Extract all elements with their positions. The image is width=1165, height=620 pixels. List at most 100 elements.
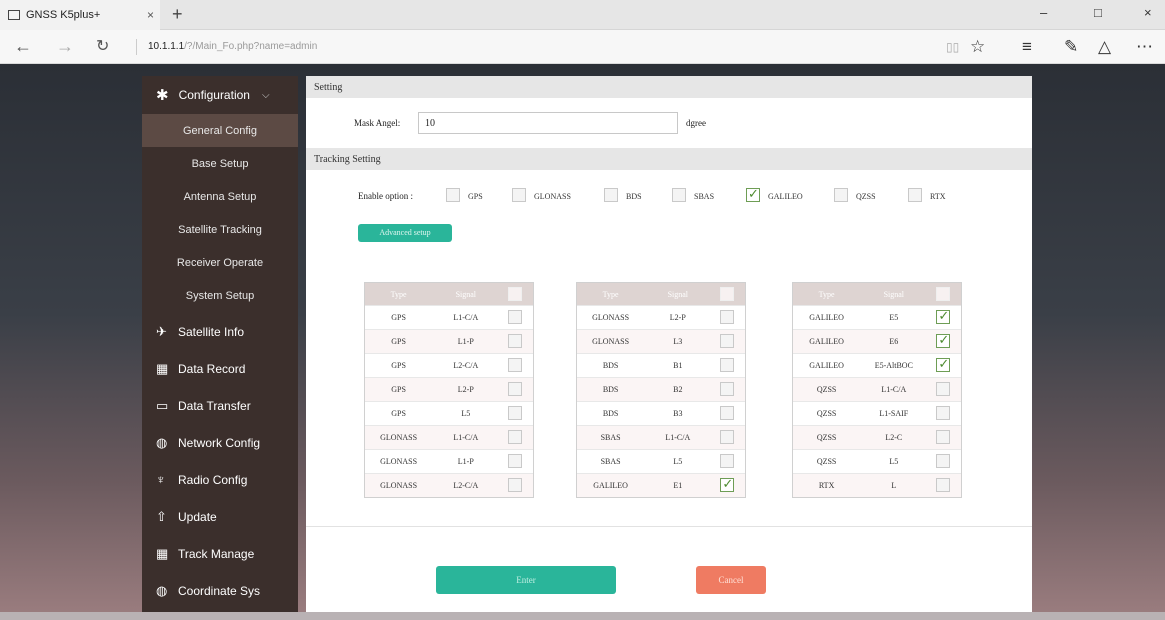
cell-type: QZSS xyxy=(816,457,837,466)
url-field[interactable]: 10.1.1.1/?/Main_Fo.php?name=admin xyxy=(148,41,317,52)
row-checkbox[interactable] xyxy=(508,382,523,396)
option-glonass-checkbox[interactable] xyxy=(512,188,526,202)
select-all-checkbox[interactable] xyxy=(508,287,523,301)
new-tab-icon[interactable]: + xyxy=(172,4,183,25)
row-checkbox[interactable] xyxy=(508,334,523,348)
option-bds-label: BDS xyxy=(626,192,642,201)
row-checkbox[interactable] xyxy=(720,310,735,324)
cell-signal: L2-P xyxy=(457,385,474,394)
cancel-button[interactable]: Cancel xyxy=(696,566,766,594)
sidebar-item-base-setup[interactable]: Base Setup xyxy=(142,147,298,180)
sidebar-item-general-config[interactable]: General Config xyxy=(142,114,298,147)
table-row: GLONASS L3 xyxy=(577,329,745,353)
row-checkbox[interactable] xyxy=(508,310,523,324)
sidebar-item-satellite-info[interactable]: ✈ Satellite Info xyxy=(142,313,298,350)
row-checkbox[interactable] xyxy=(936,356,951,372)
sidebar-item-data-record[interactable]: ▦ Data Record xyxy=(142,350,298,387)
reading-view-icon[interactable]: ▯▯ xyxy=(946,40,959,54)
minimize-icon[interactable]: – xyxy=(1040,5,1047,20)
sidebar-item-label: Data Record xyxy=(178,361,246,376)
tracking-section-title: Tracking Setting xyxy=(306,148,1032,170)
page-icon xyxy=(8,10,20,20)
hub-icon[interactable]: ≡ xyxy=(1022,37,1032,57)
option-rtx-checkbox[interactable] xyxy=(908,188,922,202)
row-checkbox[interactable] xyxy=(936,454,951,468)
sidebar-item-receiver-operate[interactable]: Receiver Operate xyxy=(142,246,298,279)
row-checkbox[interactable] xyxy=(936,478,951,492)
cell-signal: L1-C/A xyxy=(453,433,479,442)
cell-type: GPS xyxy=(391,409,406,418)
sidebar-item-radio-config[interactable]: ♆ Radio Config xyxy=(142,461,298,498)
favorite-star-icon[interactable]: ☆ xyxy=(970,37,985,57)
sidebar-item-coordinate-sys[interactable]: ◍ Coordinate Sys xyxy=(142,572,298,609)
close-tab-icon[interactable]: × xyxy=(147,8,154,22)
option-gps-checkbox[interactable] xyxy=(446,188,460,202)
share-icon[interactable]: △ xyxy=(1098,37,1111,57)
refresh-icon[interactable]: ↻ xyxy=(96,36,109,56)
cell-signal: L5 xyxy=(461,409,471,418)
option-galileo-label: GALILEO xyxy=(768,192,803,201)
row-checkbox[interactable] xyxy=(720,406,735,420)
cell-type: QZSS xyxy=(816,409,837,418)
table-row: GPS L1-C/A xyxy=(365,305,533,329)
mask-angle-unit: dgree xyxy=(686,118,706,128)
cell-type: SBAS xyxy=(600,457,621,466)
row-checkbox[interactable] xyxy=(508,430,523,444)
row-checkbox[interactable] xyxy=(720,334,735,348)
globe-icon: ◍ xyxy=(156,434,168,450)
option-qzss-checkbox[interactable] xyxy=(834,188,848,202)
signal-table-1: Type Signal GPS L1-C/A GPS L1-P GPS L2-C/A … xyxy=(364,282,534,498)
row-checkbox[interactable] xyxy=(508,454,523,468)
sidebar-item-system-setup[interactable]: System Setup xyxy=(142,279,298,312)
browser-tab[interactable]: GNSS K5plus+ × xyxy=(0,0,160,30)
row-checkbox[interactable] xyxy=(936,430,951,444)
select-all-checkbox[interactable] xyxy=(720,287,735,301)
cell-type: GLONASS xyxy=(592,313,630,322)
row-checkbox[interactable] xyxy=(720,358,735,372)
cell-type: SBAS xyxy=(600,433,621,442)
web-note-icon[interactable]: ✎ xyxy=(1064,37,1078,57)
sidebar-item-satellite-tracking[interactable]: Satellite Tracking xyxy=(142,213,298,246)
cell-type: GLONASS xyxy=(592,337,630,346)
row-checkbox[interactable] xyxy=(720,454,735,468)
more-icon[interactable]: ⋯ xyxy=(1136,37,1153,57)
table-row: GALILEO E5 xyxy=(793,305,961,329)
horizontal-scrollbar[interactable] xyxy=(0,612,1165,620)
cell-signal: E1 xyxy=(673,481,683,490)
row-checkbox[interactable] xyxy=(720,430,735,444)
row-checkbox[interactable] xyxy=(508,358,523,372)
row-checkbox[interactable] xyxy=(936,308,951,324)
sidebar-item-network-config[interactable]: ◍ Network Config xyxy=(142,424,298,461)
option-galileo-checkbox[interactable] xyxy=(746,186,760,202)
sidebar-item-track-manage[interactable]: ▦ Track Manage xyxy=(142,535,298,572)
row-checkbox[interactable] xyxy=(508,478,523,492)
row-checkbox[interactable] xyxy=(720,382,735,396)
sidebar-item-data-transfer[interactable]: ▭ Data Transfer xyxy=(142,387,298,424)
back-icon[interactable]: ← xyxy=(14,36,32,57)
row-checkbox[interactable] xyxy=(720,476,735,492)
cell-type: GPS xyxy=(391,361,406,370)
option-bds-checkbox[interactable] xyxy=(604,188,618,202)
close-window-icon[interactable]: × xyxy=(1144,5,1152,20)
cell-type: GPS xyxy=(391,385,406,394)
advanced-setup-button[interactable]: Advanced setup xyxy=(358,224,452,242)
column-header-type: Type xyxy=(818,289,835,299)
row-checkbox[interactable] xyxy=(936,382,951,396)
cell-signal: E5-AltBOC xyxy=(874,361,913,370)
cell-type: GPS xyxy=(391,337,406,346)
row-checkbox[interactable] xyxy=(936,406,951,420)
row-checkbox[interactable] xyxy=(508,406,523,420)
mask-angle-input[interactable] xyxy=(418,112,678,134)
select-all-checkbox[interactable] xyxy=(936,287,951,301)
maximize-icon[interactable]: □ xyxy=(1094,5,1102,20)
cell-type: BDS xyxy=(602,361,619,370)
enter-button[interactable]: Enter xyxy=(436,566,616,594)
sidebar-item-antenna-setup[interactable]: Antenna Setup xyxy=(142,180,298,213)
row-checkbox[interactable] xyxy=(936,332,951,348)
sidebar-item-update[interactable]: ⇧ Update xyxy=(142,498,298,535)
sidebar-header-configuration[interactable]: ✱ Configuration ⌵ xyxy=(142,76,298,114)
cell-signal: L1-SAIF xyxy=(879,409,909,418)
option-sbas-checkbox[interactable] xyxy=(672,188,686,202)
forward-icon[interactable]: → xyxy=(56,36,74,57)
cell-signal: L5 xyxy=(673,457,683,466)
